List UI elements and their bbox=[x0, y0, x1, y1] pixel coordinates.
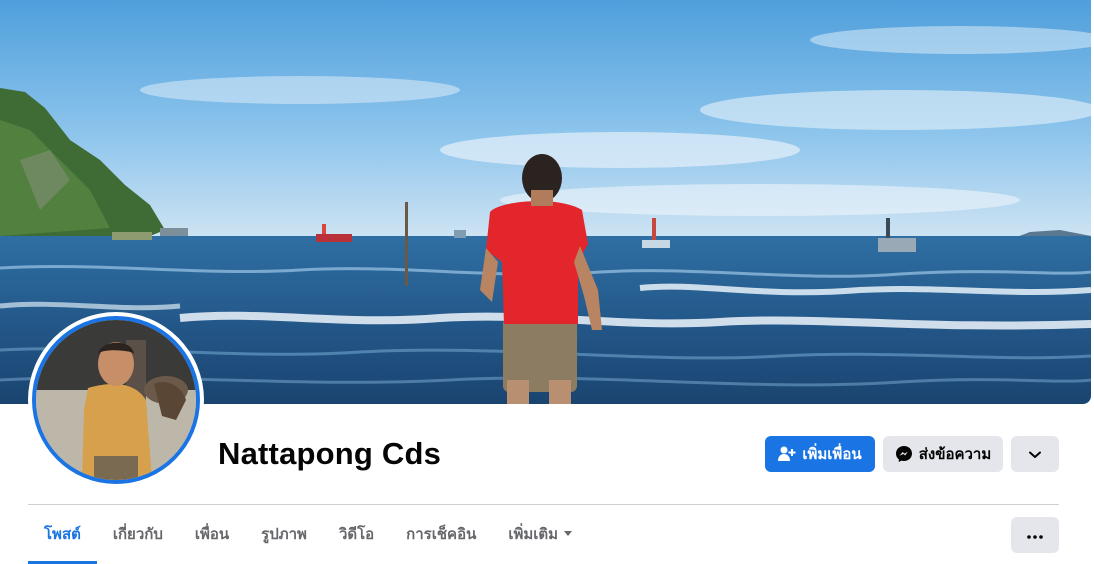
chevron-down-icon bbox=[1029, 446, 1041, 463]
tab-label: เกี่ยวกับ bbox=[112, 526, 163, 543]
tab-label: เพื่อน bbox=[194, 526, 230, 543]
add-friend-button[interactable]: เพิ่มเพื่อน bbox=[765, 436, 875, 472]
tab-checkins[interactable]: การเช็คอิน bbox=[390, 516, 492, 564]
add-friend-label: เพิ่มเพื่อน bbox=[802, 446, 862, 463]
more-actions-button[interactable] bbox=[1011, 436, 1059, 472]
tab-friends[interactable]: เพื่อน bbox=[179, 516, 245, 564]
profile-tabs: โพสต์ เกี่ยวกับ เพื่อน รูปภาพ วิดีโอ การ… bbox=[28, 516, 588, 564]
tab-label: การเช็คอิน bbox=[406, 526, 477, 543]
tab-videos[interactable]: วิดีโอ bbox=[323, 516, 390, 564]
tab-label: รูปภาพ bbox=[261, 526, 307, 543]
tab-label: วิดีโอ bbox=[338, 526, 375, 543]
tab-label: เพิ่มเติม bbox=[508, 526, 559, 543]
messenger-icon bbox=[895, 445, 913, 463]
header-divider bbox=[28, 504, 1059, 505]
person-plus-icon bbox=[778, 446, 796, 462]
message-button[interactable]: ส่งข้อความ bbox=[883, 436, 1003, 472]
message-label: ส่งข้อความ bbox=[918, 446, 992, 463]
tab-label: โพสต์ bbox=[44, 526, 81, 543]
profile-name: Nattapong Cds bbox=[218, 436, 442, 471]
tab-posts[interactable]: โพสต์ bbox=[28, 516, 97, 564]
tabs-more-button[interactable] bbox=[1011, 517, 1059, 553]
avatar bbox=[32, 316, 200, 484]
tab-photos[interactable]: รูปภาพ bbox=[245, 516, 323, 564]
caret-down-icon bbox=[564, 531, 573, 536]
ellipsis-icon bbox=[1027, 526, 1043, 544]
tab-more[interactable]: เพิ่มเติม bbox=[492, 516, 588, 564]
tab-about[interactable]: เกี่ยวกับ bbox=[97, 516, 179, 564]
profile-picture[interactable] bbox=[28, 312, 204, 488]
